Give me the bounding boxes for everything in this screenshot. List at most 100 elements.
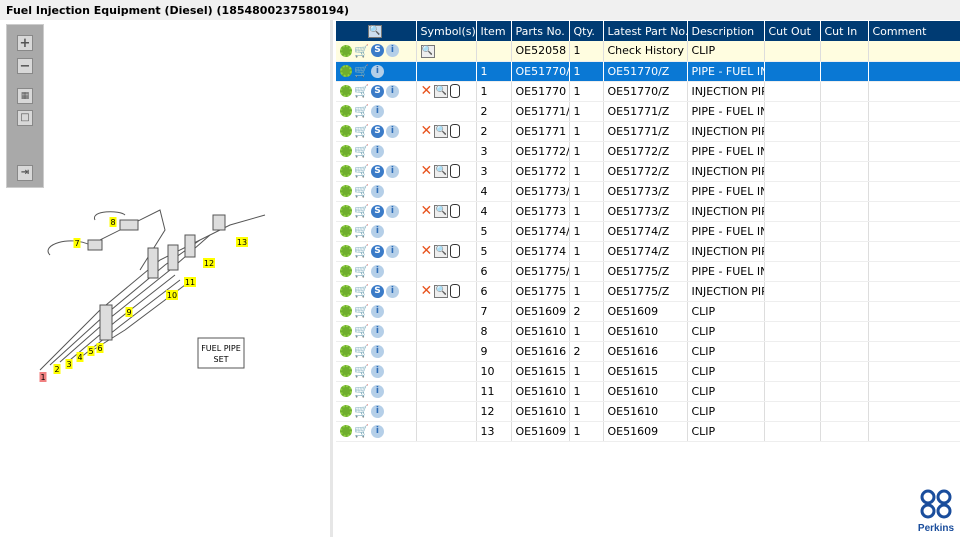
info-icon[interactable]: i — [370, 64, 384, 78]
column-header[interactable]: Comment — [868, 21, 960, 41]
history-book-icon[interactable]: 🔍 — [434, 84, 449, 98]
gear-icon[interactable] — [340, 145, 352, 157]
cart-icon[interactable]: 🛒 — [354, 364, 369, 378]
info-icon[interactable]: i — [370, 404, 384, 418]
gear-icon[interactable] — [340, 285, 352, 297]
table-row[interactable]: 🛒 i 9 OE51616 2 OE51616 CLIP — [336, 341, 960, 362]
gear-icon[interactable] — [340, 225, 352, 237]
info-icon[interactable]: i — [370, 184, 384, 198]
table-row[interactable]: 🛒i4OE51773/Z1OE51773/ZPIPE - FUEL INJ — [336, 181, 960, 202]
history-book-icon[interactable]: 🔍 — [420, 44, 435, 58]
gear-icon[interactable] — [340, 105, 352, 117]
table-row[interactable]: 🛒i6OE51775/Z1OE51775/ZPIPE - FUEL INJ — [336, 261, 960, 282]
info-icon[interactable]: i — [385, 124, 399, 138]
table-row[interactable]: 🛒 i 13 OE51609 1 OE51609 CLIP — [336, 421, 960, 442]
supersession-icon[interactable]: S — [370, 164, 384, 178]
column-header[interactable]: Cut In — [820, 21, 869, 41]
cart-icon[interactable]: 🛒 — [354, 284, 369, 298]
column-header[interactable]: Description — [687, 21, 765, 41]
cart-icon[interactable]: 🛒 — [354, 44, 369, 58]
cart-icon[interactable]: 🛒 — [354, 64, 369, 78]
zoom-in-button[interactable]: + — [17, 35, 33, 51]
table-row[interactable]: 🛒i3OE51772/Z1OE51772/ZPIPE - FUEL INJ — [336, 141, 960, 162]
supersession-icon[interactable]: S — [370, 84, 384, 98]
callout-label[interactable]: 3 — [66, 360, 71, 369]
column-header[interactable]: Item — [476, 21, 512, 41]
callout-label[interactable]: 6 — [97, 344, 102, 353]
callout-label[interactable]: 10 — [167, 291, 177, 300]
column-header[interactable]: Parts No. — [511, 21, 570, 41]
supersession-icon[interactable]: S — [370, 244, 384, 258]
callout-label[interactable]: 5 — [88, 347, 93, 356]
gear-icon[interactable] — [340, 205, 352, 217]
column-header[interactable]: Qty. — [569, 21, 604, 41]
table-row[interactable]: 🛒Si✕🔍3OE517721OE51772/ZINJECTION PIPE — [336, 161, 960, 182]
cart-icon[interactable]: 🛒 — [354, 84, 369, 98]
fit-all-button[interactable]: ▦ — [17, 88, 33, 104]
cart-icon[interactable]: 🛒 — [354, 244, 369, 258]
info-icon[interactable]: i — [370, 104, 384, 118]
table-row[interactable]: 🛒 Si 🔍 OE52058 1 Check History CLIP — [336, 41, 960, 62]
table-row[interactable]: 🛒i5OE51774/Z1OE51774/ZPIPE - FUEL INJ — [336, 221, 960, 242]
history-book-icon[interactable]: 🔍 — [434, 284, 449, 298]
gear-icon[interactable] — [340, 185, 352, 197]
callout-label[interactable]: 4 — [77, 353, 82, 362]
info-icon[interactable]: i — [370, 384, 384, 398]
callout-label[interactable]: 12 — [204, 259, 214, 268]
gear-icon[interactable] — [340, 245, 352, 257]
cart-icon[interactable]: 🛒 — [354, 184, 369, 198]
gear-icon[interactable] — [340, 325, 352, 337]
cart-icon[interactable]: 🛒 — [354, 204, 369, 218]
callout-label[interactable]: 13 — [237, 238, 247, 247]
cart-icon[interactable]: 🛒 — [354, 124, 369, 138]
callout-label[interactable]: 1 — [40, 373, 45, 382]
callout-label[interactable]: 7 — [74, 239, 79, 248]
cart-icon[interactable]: 🛒 — [354, 424, 369, 438]
info-icon[interactable]: i — [370, 264, 384, 278]
cart-icon[interactable]: 🛒 — [354, 384, 369, 398]
table-row[interactable]: 🛒Si✕🔍6OE517751OE51775/ZINJECTION PIPE — [336, 281, 960, 302]
cart-icon[interactable]: 🛒 — [354, 404, 369, 418]
gear-icon[interactable] — [340, 65, 352, 77]
zoom-out-button[interactable]: − — [17, 58, 33, 74]
column-header-search[interactable]: 🔍 — [336, 21, 417, 41]
cart-icon[interactable]: 🛒 — [354, 344, 369, 358]
info-icon[interactable]: i — [385, 284, 399, 298]
gear-icon[interactable] — [340, 125, 352, 137]
history-book-icon[interactable]: 🔍 — [434, 164, 449, 178]
info-icon[interactable]: i — [370, 364, 384, 378]
toggle-list-button[interactable]: ⇥ — [17, 165, 33, 181]
table-row[interactable]: 🛒Si✕🔍5OE517741OE51774/ZINJECTION PIPE — [336, 241, 960, 262]
callout-label[interactable]: 8 — [110, 218, 115, 227]
info-icon[interactable]: i — [385, 164, 399, 178]
gear-icon[interactable] — [340, 85, 352, 97]
column-header[interactable]: Latest Part No. — [603, 21, 688, 41]
table-row[interactable]: 🛒i2OE51771/Z1OE51771/ZPIPE - FUEL INJ — [336, 101, 960, 122]
actual-size-button[interactable]: □ — [17, 110, 33, 126]
callout-label[interactable]: 9 — [126, 308, 131, 317]
callout-label[interactable]: 11 — [185, 278, 195, 287]
info-icon[interactable]: i — [385, 244, 399, 258]
history-book-icon[interactable]: 🔍 — [434, 204, 449, 218]
cart-icon[interactable]: 🛒 — [354, 224, 369, 238]
info-icon[interactable]: i — [370, 324, 384, 338]
cart-icon[interactable]: 🛒 — [354, 164, 369, 178]
cart-icon[interactable]: 🛒 — [354, 324, 369, 338]
column-header[interactable]: Symbol(s) — [416, 21, 477, 41]
info-icon[interactable]: i — [370, 344, 384, 358]
cart-icon[interactable]: 🛒 — [354, 304, 369, 318]
gear-icon[interactable] — [340, 425, 352, 437]
info-icon[interactable]: i — [370, 424, 384, 438]
info-icon[interactable]: i — [370, 304, 384, 318]
table-row[interactable]: 🛒 i 11 OE51610 1 OE51610 CLIP — [336, 381, 960, 402]
table-row[interactable]: 🛒i1OE51770/Z1OE51770/ZPIPE - FUEL INJ — [336, 61, 960, 82]
cart-icon[interactable]: 🛒 — [354, 264, 369, 278]
table-row[interactable]: 🛒Si✕🔍2OE517711OE51771/ZINJECTION PIPE — [336, 121, 960, 142]
history-book-icon[interactable]: 🔍 — [434, 244, 449, 258]
table-row[interactable]: 🛒Si✕🔍4OE517731OE51773/ZINJECTION PIPE — [336, 201, 960, 222]
callout-label[interactable]: 2 — [54, 365, 59, 374]
info-icon[interactable]: i — [370, 144, 384, 158]
info-icon[interactable]: i — [385, 44, 399, 58]
supersession-icon[interactable]: S — [370, 204, 384, 218]
gear-icon[interactable] — [340, 305, 352, 317]
